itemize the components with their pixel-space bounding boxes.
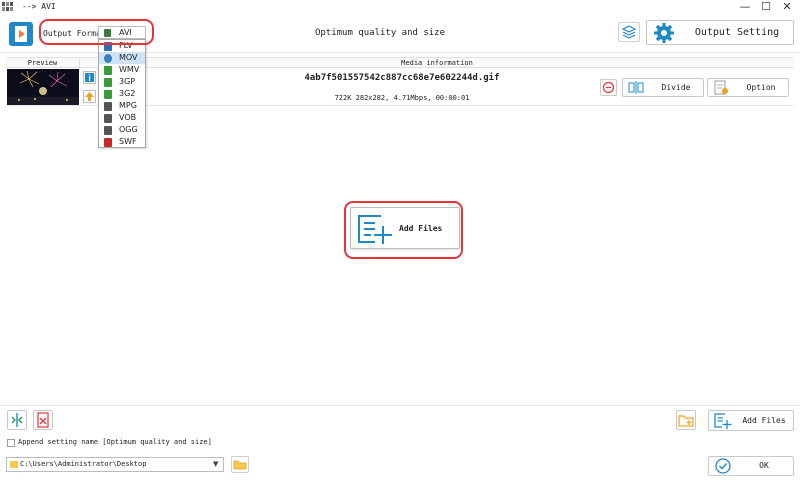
file-name: 4ab7f501557542c887cc68e7e602244d.gif [304,73,500,83]
output-setting-label: Output Setting [694,27,780,38]
ogg-icon [104,126,112,135]
format-option-mov[interactable]: MOV [99,52,145,64]
gear-icon [654,23,674,43]
folder-open-icon [233,460,247,470]
folder-icon [10,461,18,468]
column-media-information: Media information [401,59,473,67]
maximize-button[interactable]: ☐ [759,1,773,13]
ok-label: OK [759,461,769,470]
format-option-label: MOV [119,53,138,62]
document-settings-icon [714,80,728,95]
merge-icon [11,413,23,427]
chevron-down-icon: ▼ [213,460,219,468]
swf-icon [104,138,112,147]
add-folder-icon [678,415,694,427]
format-option-swf[interactable]: SWF [99,136,145,148]
add-folder-button[interactable] [676,410,696,430]
format-option-label: SWF [119,137,137,146]
clear-list-button[interactable] [33,410,53,430]
add-files-button[interactable]: Add Files [708,410,794,431]
delete-file-icon [37,412,49,428]
3g2-icon [104,90,112,99]
append-setting-checkbox[interactable] [7,439,15,447]
format-option-wmv[interactable]: WMV [99,64,145,76]
title-bar: --> AVI — ☐ ✕ [0,0,800,15]
output-path-select[interactable]: C:\Users\Administrator\Desktop ▼ [6,457,224,472]
format-option-label: VOB [119,113,137,122]
add-file-icon [714,413,732,429]
info-icon [85,73,94,82]
video-format-icon[interactable] [9,22,33,46]
minimize-button[interactable]: — [738,1,752,13]
highlight-add-files [344,201,463,259]
wmv-icon [104,66,112,75]
format-option-3g2[interactable]: 3G2 [99,88,145,100]
footer-divider [0,405,800,406]
format-option-label: WMV [119,65,140,74]
browse-folder-button[interactable] [231,456,249,473]
arrow-up-icon [85,92,94,101]
check-circle-icon [715,458,731,474]
format-dropdown[interactable]: FLV MOV WMV 3GP 3G2 MPG VOB OGG SWF [98,39,146,148]
ok-button[interactable]: OK [708,456,794,476]
divide-button[interactable]: Divide [622,78,704,97]
mov-icon [104,54,112,63]
mpg-icon [104,102,112,111]
divide-label: Divide [661,83,691,92]
preview-thumbnail[interactable] [7,69,79,105]
close-button[interactable]: ✕ [780,1,794,13]
highlight-output-format [39,19,154,45]
vob-icon [104,114,112,123]
output-setting-button[interactable]: Output Setting [646,20,794,45]
column-preview: Preview [6,58,80,68]
format-option-label: OGG [119,125,138,134]
layers-icon [621,25,637,39]
app-logo-icon [2,2,16,12]
format-option-label: 3G2 [119,89,136,98]
format-option-mpg[interactable]: MPG [99,100,145,112]
minus-circle-icon [602,81,615,94]
output-path: C:\Users\Administrator\Desktop [20,460,147,468]
3gp-icon [104,78,112,87]
divide-icon [628,81,644,94]
merge-button[interactable] [7,410,27,430]
layers-button[interactable] [618,22,640,42]
format-option-3gp[interactable]: 3GP [99,76,145,88]
format-option-label: 3GP [119,77,136,86]
format-option-ogg[interactable]: OGG [99,124,145,136]
format-option-vob[interactable]: VOB [99,112,145,124]
append-setting-label: Append setting name [Optimum quality and… [18,438,212,446]
file-meta: 722K 282x282, 4.71Mbps, 00:00:01 [334,94,470,102]
info-button[interactable] [83,71,96,84]
add-files-label: Add Files [742,416,786,425]
format-option-label: MPG [119,101,137,110]
remove-file-button[interactable] [600,79,617,96]
option-label: Option [746,83,776,92]
move-up-button[interactable] [83,90,96,103]
option-button[interactable]: Option [707,78,789,97]
profile-title: Optimum quality and size [314,28,446,38]
window-title: --> AVI [22,2,56,11]
